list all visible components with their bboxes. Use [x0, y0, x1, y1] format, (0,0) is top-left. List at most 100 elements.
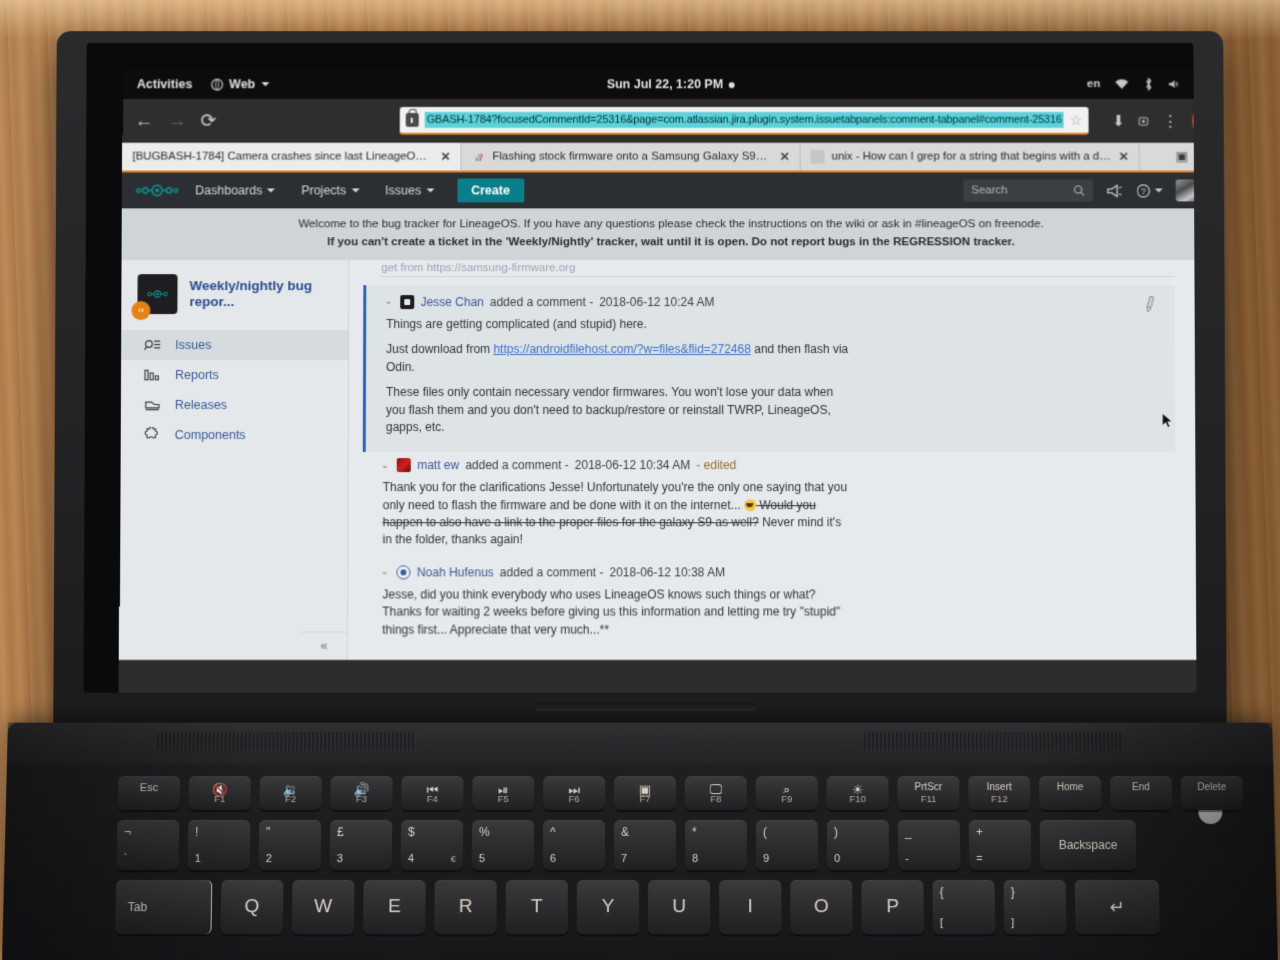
- releases-icon: [143, 397, 161, 413]
- key-f4[interactable]: ⏮ F4: [401, 776, 463, 810]
- key-backspace[interactable]: Backspace: [1040, 820, 1137, 870]
- key-1[interactable]: ! 1: [187, 820, 250, 870]
- create-button[interactable]: Create: [457, 179, 524, 203]
- key-6[interactable]: ^ 6: [543, 820, 605, 870]
- help-menu[interactable]: ?: [1136, 183, 1163, 198]
- browser-tab-0[interactable]: [BUGBASH-1784] Camera crashes since last…: [122, 143, 461, 173]
- keyboard-layout-indicator[interactable]: en: [1087, 78, 1100, 90]
- key-3[interactable]: £3: [330, 820, 393, 870]
- chevron-down-icon[interactable]: ⌄: [381, 460, 389, 471]
- chevron-down-icon: [351, 189, 359, 193]
- comment-author[interactable]: Noah Hufenus: [417, 565, 494, 579]
- lineageos-logo-icon[interactable]: [132, 180, 182, 202]
- nav-dashboards-label: Dashboards: [195, 184, 262, 198]
- key-f8[interactable]: 🖵 F8: [685, 776, 747, 810]
- browser-tab-2[interactable]: unix - How can I grep for a string that …: [801, 143, 1140, 171]
- browser-menu-button[interactable]: ⋮: [1163, 112, 1178, 130]
- external-link[interactable]: https://androidfilehost.com/?w=files&fli…: [493, 342, 750, 356]
- chevron-down-icon[interactable]: ⌄: [380, 567, 388, 578]
- tab-overview-button[interactable]: ▣: [1176, 149, 1188, 165]
- key-f11-prtscr[interactable]: PrtScr F11: [897, 776, 959, 810]
- key-home[interactable]: Home: [1039, 776, 1101, 810]
- key-5[interactable]: % 5: [472, 820, 534, 870]
- tab-close-icon[interactable]: ✕: [780, 150, 790, 164]
- nav-projects[interactable]: Projects: [288, 184, 372, 198]
- key-u[interactable]: U: [648, 880, 710, 934]
- key-delete[interactable]: Delete: [1181, 776, 1244, 810]
- system-status-area[interactable]: en: [1087, 77, 1197, 91]
- key-0[interactable]: ) 0: [827, 820, 889, 870]
- address-bar[interactable]: GBASH-1784?focusedCommentId=25316&page=c…: [400, 107, 1089, 135]
- sidebar-item-releases[interactable]: Releases: [121, 390, 348, 420]
- key-f9[interactable]: ⌕ F9: [756, 776, 818, 810]
- downloads-button[interactable]: ⬇: [1112, 112, 1125, 130]
- url-text[interactable]: GBASH-1784?focusedCommentId=25316&page=c…: [425, 112, 1064, 128]
- tab-close-icon[interactable]: ✕: [441, 150, 451, 164]
- key-f1[interactable]: 🔇 F1: [189, 776, 251, 810]
- app-menu-web[interactable]: Web: [210, 77, 269, 91]
- key-esc[interactable]: Esc: [118, 776, 181, 810]
- search-icon: [1073, 185, 1085, 197]
- key-4[interactable]: $4 €: [401, 820, 463, 870]
- sidebar-item-issues[interactable]: Issues: [121, 330, 348, 360]
- key-f12-insert[interactable]: Insert F12: [968, 776, 1030, 810]
- key-y[interactable]: Y: [577, 880, 639, 934]
- key-bracket-left[interactable]: {[: [932, 880, 995, 934]
- clock[interactable]: Sun Jul 22, 1:20 PM: [123, 77, 1197, 91]
- jira-search-input[interactable]: Search: [963, 180, 1093, 202]
- nav-projects-label: Projects: [301, 184, 346, 198]
- comment-author[interactable]: matt ew: [417, 458, 459, 472]
- key-w[interactable]: W: [292, 880, 355, 934]
- key-tab[interactable]: Tab: [115, 880, 212, 934]
- activities-button[interactable]: Activities: [137, 77, 192, 91]
- key-f2[interactable]: 🔉 F2: [259, 776, 321, 810]
- comment-timestamp: 2018-06-12 10:34 AM: [575, 458, 691, 472]
- user-profile-menu[interactable]: [1176, 180, 1197, 202]
- collapse-sidebar-button[interactable]: «: [301, 632, 347, 658]
- tab-close-icon[interactable]: ✕: [1119, 150, 1129, 164]
- megaphone-icon[interactable]: [1106, 183, 1123, 198]
- key-end[interactable]: End: [1110, 776, 1173, 810]
- key-i[interactable]: I: [719, 880, 781, 934]
- key-backtick[interactable]: ¬ `: [116, 820, 179, 870]
- back-button[interactable]: ←: [135, 111, 154, 130]
- browser-tab-title: unix - How can I grep for a string that …: [831, 151, 1111, 163]
- key-f10[interactable]: ☀ F10: [827, 776, 889, 810]
- key-8[interactable]: * 8: [685, 820, 747, 870]
- library-icon[interactable]: [1139, 112, 1149, 129]
- gnome-top-bar: Activities Web Sun Jul 22, 1:20 PM en: [123, 69, 1197, 99]
- nav-dashboards[interactable]: Dashboards: [182, 184, 288, 198]
- browser-tab-1[interactable]: 𝑎 Flashing stock firmware onto a Samsung…: [461, 143, 800, 171]
- key-f7[interactable]: ▣ F7: [614, 776, 676, 810]
- key-q[interactable]: Q: [220, 880, 283, 934]
- chevron-down-icon[interactable]: ⌄: [384, 297, 392, 308]
- comment-author[interactable]: Jesse Chan: [421, 295, 484, 309]
- key-f5[interactable]: ⏯ F5: [472, 776, 534, 810]
- sidebar-item-reports[interactable]: Reports: [121, 360, 348, 390]
- nav-issues[interactable]: Issues: [372, 184, 447, 198]
- key-p[interactable]: P: [861, 880, 924, 934]
- key-2[interactable]: " 2: [259, 820, 322, 870]
- key-7[interactable]: & 7: [614, 820, 676, 870]
- window-close-button[interactable]: ✕: [1192, 108, 1197, 134]
- key-equals[interactable]: + =: [969, 820, 1032, 870]
- key-enter[interactable]: ↵: [1075, 880, 1160, 934]
- key-e[interactable]: E: [363, 880, 426, 934]
- key-minus[interactable]: _ -: [898, 820, 961, 870]
- bookmark-star-icon[interactable]: ☆: [1070, 111, 1083, 128]
- comment-item: ⌄ Jesse Chan added a comment - 2018-06-1…: [363, 285, 1176, 452]
- key-9[interactable]: (9: [756, 820, 818, 870]
- project-header[interactable]: ‹› Weekly/nightly bug repor...: [121, 260, 348, 328]
- project-sidebar: ‹› Weekly/nightly bug repor... Issues Re…: [119, 260, 349, 660]
- mouse-cursor: [1161, 412, 1175, 432]
- key-f3[interactable]: 🔊 F3: [330, 776, 392, 810]
- key-bracket-right[interactable]: }]: [1004, 880, 1067, 934]
- forward-button[interactable]: →: [168, 111, 187, 130]
- key-f6[interactable]: ⏭ F6: [543, 776, 605, 810]
- reload-button[interactable]: ⟳: [200, 111, 216, 130]
- sidebar-item-components[interactable]: Components: [121, 420, 348, 450]
- key-r[interactable]: R: [434, 880, 497, 934]
- key-t[interactable]: T: [506, 880, 568, 934]
- key-o[interactable]: O: [790, 880, 853, 934]
- banner-line-2: If you can't create a ticket in the 'Wee…: [162, 233, 1180, 251]
